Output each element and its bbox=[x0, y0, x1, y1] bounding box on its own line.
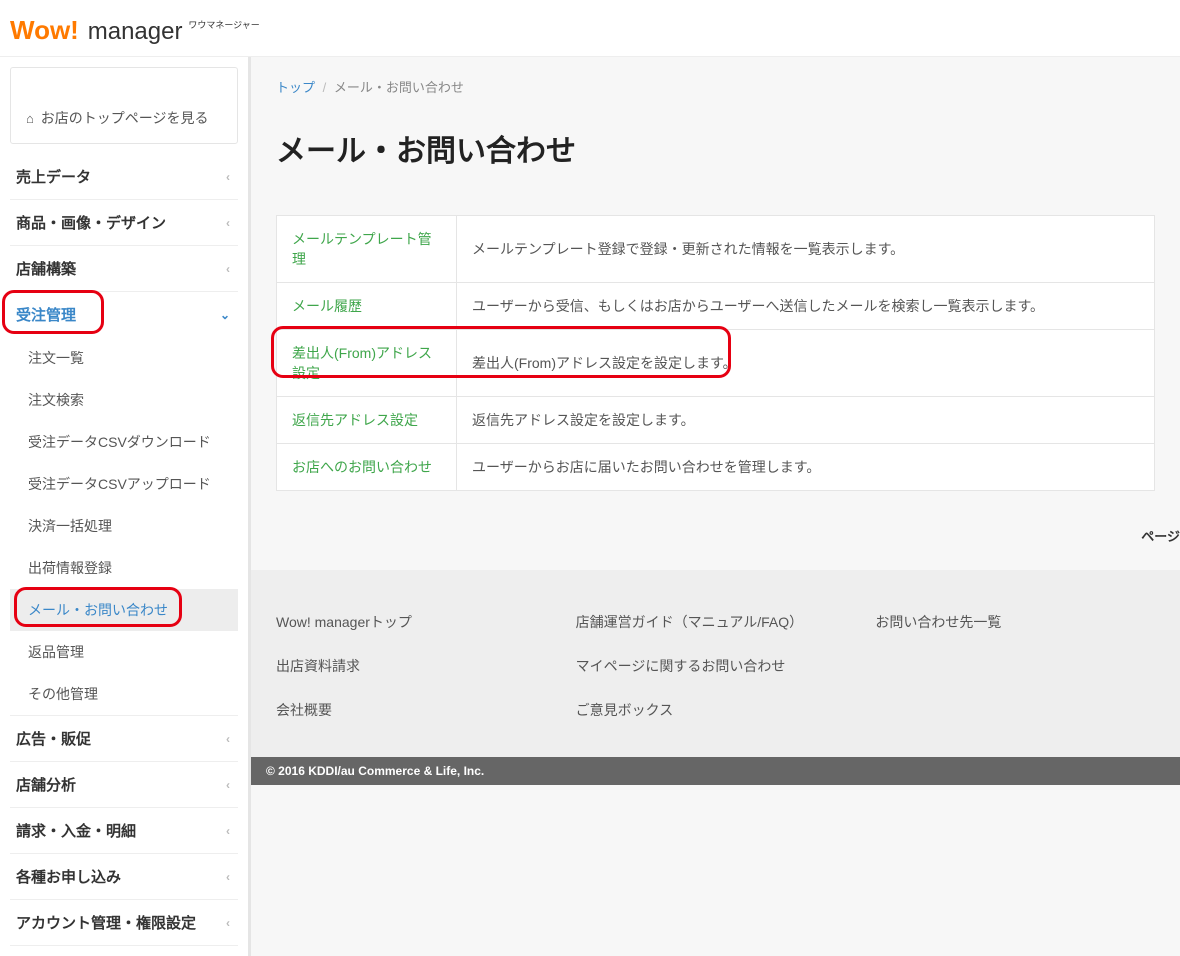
row-link[interactable]: メール履歴 bbox=[277, 283, 457, 330]
nav-group-label: 商品・画像・デザイン bbox=[16, 212, 166, 233]
menu-table: メールテンプレート管理メールテンプレート登録で登録・更新された情報を一覧表示しま… bbox=[276, 215, 1155, 491]
nav-group-label: 広告・販促 bbox=[16, 728, 91, 749]
row-description: 返信先アドレス設定を設定します。 bbox=[457, 397, 1155, 444]
nav-group-2[interactable]: 店舗構築 ‹ bbox=[10, 246, 238, 291]
chevron-left-icon: ‹ bbox=[226, 216, 230, 230]
chevron-down-icon: ⌄ bbox=[220, 308, 230, 322]
nav-sub-item[interactable]: 出荷情報登録 bbox=[10, 547, 238, 589]
nav-sub-item[interactable]: 受注データCSVダウンロード bbox=[10, 421, 238, 463]
breadcrumb-sep: / bbox=[323, 80, 327, 95]
logo-wow: Wow! bbox=[10, 15, 79, 45]
nav-group-3[interactable]: 受注管理 ⌄ bbox=[10, 292, 238, 337]
nav-sub-item[interactable]: 注文検索 bbox=[10, 379, 238, 421]
chevron-left-icon: ‹ bbox=[226, 824, 230, 838]
nav-group-label: アカウント管理・権限設定 bbox=[16, 912, 196, 933]
breadcrumb-current: メール・お問い合わせ bbox=[334, 80, 464, 95]
nav-group-label: 店舗分析 bbox=[16, 774, 76, 795]
home-icon: ⌂ bbox=[26, 111, 34, 126]
copyright: © 2016 KDDI/au Commerce & Life, Inc. bbox=[251, 757, 1180, 785]
footer-link[interactable]: ご意見ボックス bbox=[576, 688, 856, 732]
chevron-left-icon: ‹ bbox=[226, 732, 230, 746]
row-link[interactable]: お店へのお問い合わせ bbox=[277, 444, 457, 491]
nav-group-label: 請求・入金・明細 bbox=[16, 820, 136, 841]
chevron-left-icon: ‹ bbox=[226, 916, 230, 930]
nav-sub-item[interactable]: 返品管理 bbox=[10, 631, 238, 673]
nav-group-7[interactable]: 各種お申し込み ‹ bbox=[10, 854, 238, 899]
nav-group-label: 受注管理 bbox=[16, 304, 76, 325]
breadcrumb-root[interactable]: トップ bbox=[276, 80, 315, 95]
nav-group-label: 売上データ bbox=[16, 166, 91, 187]
table-row: お店へのお問い合わせユーザーからお店に届いたお問い合わせを管理します。 bbox=[277, 444, 1155, 491]
row-link[interactable]: 差出人(From)アドレス設定 bbox=[277, 330, 457, 397]
page-foot: ページ bbox=[251, 511, 1180, 570]
chevron-left-icon: ‹ bbox=[226, 870, 230, 884]
nav-group-1[interactable]: 商品・画像・デザイン ‹ bbox=[10, 200, 238, 245]
table-row: メールテンプレート管理メールテンプレート登録で登録・更新された情報を一覧表示しま… bbox=[277, 216, 1155, 283]
nav-group-5[interactable]: 店舗分析 ‹ bbox=[10, 762, 238, 807]
footer-link[interactable]: お問い合わせ先一覧 bbox=[875, 600, 1155, 644]
nav-sub-item[interactable]: 受注データCSVアップロード bbox=[10, 463, 238, 505]
row-description: ユーザーからお店に届いたお問い合わせを管理します。 bbox=[457, 444, 1155, 491]
page-title: メール・お問い合わせ bbox=[276, 126, 1155, 170]
footer-link[interactable]: 出店資料請求 bbox=[276, 644, 556, 688]
main-content: トップ / メール・お問い合わせ メール・お問い合わせ メールテンプレート管理メ… bbox=[248, 57, 1180, 956]
table-row: 差出人(From)アドレス設定差出人(From)アドレス設定を設定します。 bbox=[277, 330, 1155, 397]
nav-group-label: 店舗構築 bbox=[16, 258, 76, 279]
annotation-highlight bbox=[14, 587, 182, 627]
footer-link[interactable]: マイページに関するお問い合わせ bbox=[576, 644, 856, 688]
table-row: メール履歴ユーザーから受信、もしくはお店からユーザーへ送信したメールを検索し一覧… bbox=[277, 283, 1155, 330]
table-row: 返信先アドレス設定返信先アドレス設定を設定します。 bbox=[277, 397, 1155, 444]
logo-subtitle: ワウマネージャー bbox=[188, 18, 259, 31]
logo-manager: manager bbox=[88, 18, 183, 45]
footer-link[interactable]: Wow! managerトップ bbox=[276, 600, 556, 644]
chevron-left-icon: ‹ bbox=[226, 170, 230, 184]
nav-sub-item[interactable]: その他管理 bbox=[10, 673, 238, 715]
nav-sub-item[interactable]: メール・お問い合わせ bbox=[10, 589, 238, 631]
nav-group-8[interactable]: アカウント管理・権限設定 ‹ bbox=[10, 900, 238, 945]
row-description: ユーザーから受信、もしくはお店からユーザーへ送信したメールを検索し一覧表示します… bbox=[457, 283, 1155, 330]
chevron-left-icon: ‹ bbox=[226, 778, 230, 792]
nav-group-6[interactable]: 請求・入金・明細 ‹ bbox=[10, 808, 238, 853]
app-header: Wow! manager ワウマネージャー bbox=[0, 0, 1180, 57]
nav-group-label: 各種お申し込み bbox=[16, 866, 121, 887]
row-description: 差出人(From)アドレス設定を設定します。 bbox=[457, 330, 1155, 397]
shop-top-label: お店のトップページを見る bbox=[41, 110, 209, 126]
row-link[interactable]: 返信先アドレス設定 bbox=[277, 397, 457, 444]
footer-column: Wow! managerトップ出店資料請求会社概要 bbox=[276, 600, 556, 732]
breadcrumb: トップ / メール・お問い合わせ bbox=[276, 77, 1155, 96]
chevron-left-icon: ‹ bbox=[226, 262, 230, 276]
nav-group-4[interactable]: 広告・販促 ‹ bbox=[10, 716, 238, 761]
footer-link[interactable]: 会社概要 bbox=[276, 688, 556, 732]
nav-sub-item[interactable]: 決済一括処理 bbox=[10, 505, 238, 547]
row-description: メールテンプレート登録で登録・更新された情報を一覧表示します。 bbox=[457, 216, 1155, 283]
shop-top-link[interactable]: ⌂ お店のトップページを見る bbox=[10, 67, 238, 144]
footer-column: お問い合わせ先一覧 bbox=[875, 600, 1155, 732]
row-link[interactable]: メールテンプレート管理 bbox=[277, 216, 457, 283]
nav-sub-item[interactable]: 注文一覧 bbox=[10, 337, 238, 379]
nav-group-0[interactable]: 売上データ ‹ bbox=[10, 154, 238, 199]
footer-column: 店舗運営ガイド（マニュアル/FAQ）マイページに関するお問い合わせご意見ボックス bbox=[576, 600, 856, 732]
footer-link[interactable]: 店舗運営ガイド（マニュアル/FAQ） bbox=[576, 600, 856, 644]
sidebar: ⌂ お店のトップページを見る 売上データ ‹ 商品・画像・デザイン ‹ 店舗構築 ‹ 受注管… bbox=[0, 57, 248, 956]
footer: Wow! managerトップ出店資料請求会社概要店舗運営ガイド（マニュアル/F… bbox=[251, 570, 1180, 785]
